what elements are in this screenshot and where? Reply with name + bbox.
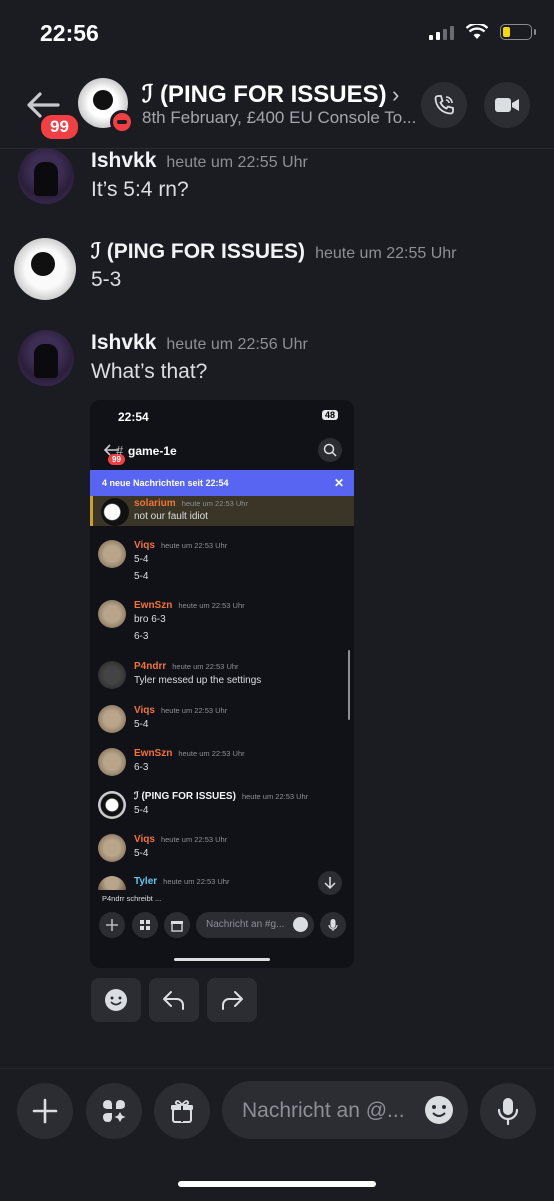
wifi-icon <box>466 24 488 39</box>
forward-icon <box>222 991 243 1010</box>
chat-subtitle: 8th February, £400 EU Console To... <box>142 108 417 127</box>
gift-button[interactable] <box>154 1083 210 1139</box>
video-camera-icon <box>495 98 519 112</box>
message-author[interactable]: Ishvkk heute um 22:56 Uhr <box>91 331 308 355</box>
microphone-icon <box>320 912 346 938</box>
unread-badge: 99 <box>38 112 81 142</box>
microphone-icon <box>497 1098 519 1126</box>
chevron-right-icon[interactable]: › <box>392 82 399 108</box>
chat-header: 99 ℐ (PING FOR ISSUES) › 8th February, £… <box>0 70 554 149</box>
home-indicator <box>174 958 270 961</box>
add-attachment-button[interactable] <box>17 1083 73 1139</box>
message-timestamp: heute um 22:55 Uhr <box>315 245 457 262</box>
dnd-status-icon <box>110 110 134 134</box>
avatar[interactable] <box>18 330 74 386</box>
plus-icon <box>32 1098 58 1124</box>
add-reaction-button[interactable] <box>91 978 141 1022</box>
voice-message-button[interactable] <box>480 1083 536 1139</box>
apps-icon <box>132 912 158 938</box>
emoji-icon <box>105 989 127 1011</box>
message-text: What’s that? <box>91 360 208 383</box>
avatar[interactable] <box>18 148 74 204</box>
message-author[interactable]: ℐ (PING FOR ISSUES) heute um 22:55 Uhr <box>91 239 456 264</box>
new-messages-banner: 4 neue Nachrichten seit 22:54 ✕ <box>90 470 354 496</box>
gift-icon <box>164 912 190 938</box>
status-time: 22:56 <box>40 20 99 46</box>
message-author[interactable]: Ishvkk heute um 22:55 Uhr <box>91 149 308 173</box>
screenshot-channel: game-1e <box>128 444 177 458</box>
attachment-image[interactable]: 22:54 48 99 # game-1e 4 neue Nachrichten… <box>90 400 354 968</box>
emoji-icon[interactable] <box>423 1094 455 1126</box>
message-text: It’s 5:4 rn? <box>91 178 189 201</box>
forward-button[interactable] <box>207 978 257 1022</box>
scroll-down-icon <box>318 871 342 895</box>
message-text: 5-3 <box>91 268 122 291</box>
call-button[interactable] <box>421 82 467 128</box>
list-item: solarium heute um 22:53 Uhr not our fault… <box>90 496 354 526</box>
apps-icon <box>103 1100 126 1122</box>
apps-button[interactable] <box>86 1083 142 1139</box>
screenshot-message-input: Nachricht an #g... <box>196 912 314 938</box>
battery-icon <box>500 24 536 40</box>
scrollbar <box>348 650 350 720</box>
screenshot-battery: 48 <box>321 410 338 420</box>
reply-icon <box>163 991 184 1010</box>
video-call-button[interactable] <box>484 82 530 128</box>
typing-indicator: P4ndrr schreibt ... <box>102 894 162 903</box>
status-icons <box>429 24 536 40</box>
close-icon: ✕ <box>333 476 344 490</box>
chat-title[interactable]: ℐ (PING FOR ISSUES) <box>142 80 387 109</box>
plus-icon <box>99 912 125 938</box>
home-indicator <box>178 1181 376 1187</box>
message-input-placeholder: Nachricht an @... <box>242 1099 405 1122</box>
avatar[interactable] <box>14 238 76 300</box>
reply-button[interactable] <box>149 978 199 1022</box>
screenshot-time: 22:54 <box>118 410 149 424</box>
hash-icon: # <box>116 443 124 458</box>
phone-icon <box>434 95 454 115</box>
search-icon <box>318 438 342 462</box>
message-timestamp: heute um 22:56 Uhr <box>166 336 308 353</box>
message-timestamp: heute um 22:55 Uhr <box>166 154 308 171</box>
emoji-icon <box>293 917 308 932</box>
signal-icon <box>429 24 454 40</box>
gift-icon <box>171 1100 193 1123</box>
